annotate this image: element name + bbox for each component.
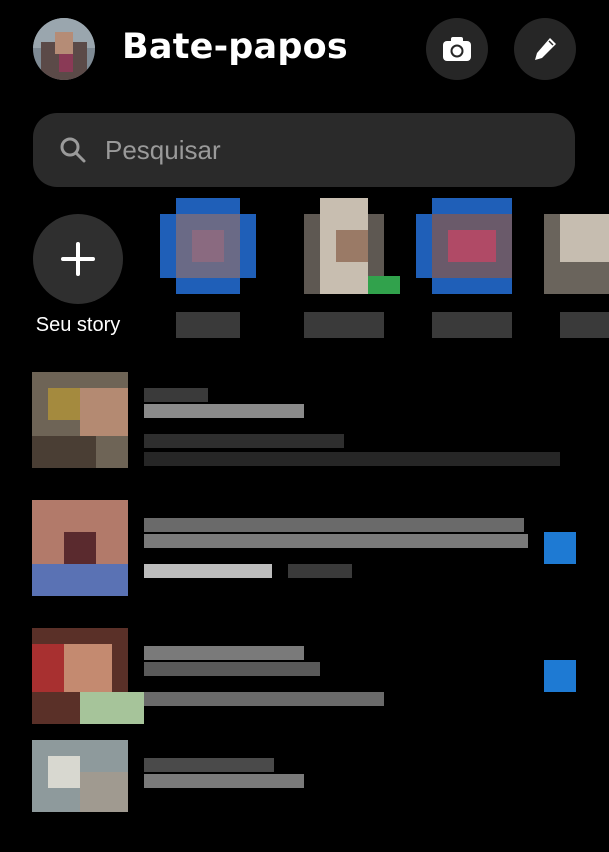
chat-list-item[interactable] — [0, 740, 609, 852]
chat-name-blurred — [144, 404, 304, 418]
chat-name-blurred — [144, 388, 208, 402]
chat-name-blurred — [144, 518, 524, 532]
add-story-label: Seu story — [35, 314, 121, 336]
chat-preview-blurred — [288, 564, 352, 578]
new-message-button[interactable] — [514, 18, 576, 80]
pencil-icon — [535, 38, 556, 60]
chat-avatar — [32, 740, 128, 836]
story-label-blurred — [304, 312, 384, 338]
page-title: Bate-papos — [122, 27, 348, 67]
chat-list-item[interactable] — [0, 628, 609, 740]
online-indicator — [368, 276, 400, 294]
story-label-blurred — [560, 312, 609, 338]
chat-name-blurred — [144, 662, 320, 676]
chat-preview-blurred — [144, 692, 384, 706]
chat-name-blurred — [144, 758, 274, 772]
profile-avatar[interactable] — [33, 18, 95, 80]
chat-preview-blurred — [144, 452, 560, 466]
search-bar[interactable] — [33, 113, 575, 187]
chat-name-blurred — [144, 534, 528, 548]
story-item[interactable] — [416, 198, 512, 294]
camera-button[interactable] — [426, 18, 488, 80]
chat-avatar — [32, 372, 128, 468]
search-icon — [59, 136, 87, 164]
unread-indicator — [544, 660, 576, 692]
chat-name-blurred — [144, 774, 304, 788]
story-label-blurred — [176, 312, 240, 338]
chat-avatar — [32, 628, 144, 724]
unread-indicator — [544, 532, 576, 564]
camera-icon — [443, 37, 471, 61]
chat-list-item[interactable] — [0, 500, 609, 612]
chat-list-item[interactable] — [0, 370, 609, 482]
story-item[interactable] — [304, 198, 400, 294]
story-item[interactable] — [544, 198, 609, 294]
chat-preview-blurred — [144, 434, 344, 448]
chat-avatar — [32, 500, 128, 596]
story-label-blurred — [432, 312, 512, 338]
chat-name-blurred — [144, 646, 304, 660]
plus-icon — [61, 242, 95, 276]
chat-preview-blurred — [144, 564, 272, 578]
search-input[interactable] — [103, 133, 547, 167]
add-story-button[interactable] — [33, 214, 123, 304]
story-item[interactable] — [160, 198, 256, 294]
